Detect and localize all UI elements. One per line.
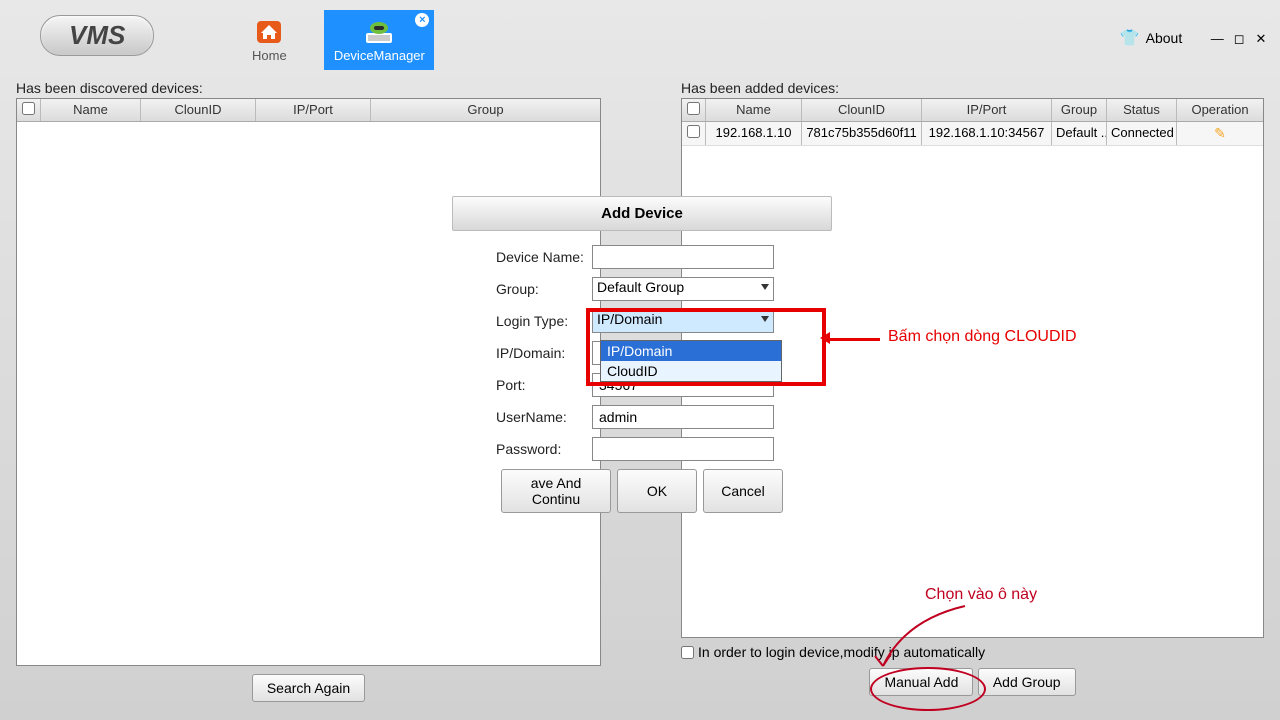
tab-home[interactable]: Home [214,10,324,70]
added-title: Has been added devices: [681,80,1264,96]
col-clounid2[interactable]: ClounID [802,99,922,121]
login-type-select[interactable]: IP/Domain [592,309,774,333]
chevron-down-icon [761,316,769,322]
password-label: Password: [452,441,592,457]
password-input[interactable] [592,437,774,461]
maximize-button[interactable]: ◻ [1230,31,1248,47]
device-name-label: Device Name: [452,249,592,265]
auto-ip-checkbox[interactable] [681,646,694,659]
manual-add-button[interactable]: Manual Add [869,668,973,696]
option-cloudid[interactable]: CloudID [601,361,781,381]
cell-ipport: 192.168.1.10:34567 [922,122,1052,145]
cell-name: 192.168.1.10 [706,122,802,145]
title-bar: VMS Home × DeviceManager 👕 About — ◻ ✕ [0,0,1280,70]
tab-strip: Home × DeviceManager [214,0,434,70]
col-ipport2[interactable]: IP/Port [922,99,1052,121]
ok-button[interactable]: OK [617,469,697,513]
col-ipport[interactable]: IP/Port [256,99,371,121]
col-name[interactable]: Name [41,99,141,121]
tab-device-manager[interactable]: × DeviceManager [324,10,434,70]
login-type-label: Login Type: [452,313,592,329]
auto-ip-label: In order to login device,modify ip autom… [698,644,985,660]
col-group[interactable]: Group [371,99,600,121]
col-group2[interactable]: Group [1052,99,1107,121]
username-input[interactable] [592,405,774,429]
username-label: UserName: [452,409,592,425]
app-logo: VMS [40,15,154,56]
cancel-button[interactable]: Cancel [703,469,783,513]
cell-clounid: 781c75b355d60f11 [802,122,922,145]
group-label: Group: [452,281,592,297]
device-manager-icon [363,18,395,46]
close-tab-icon[interactable]: × [415,13,429,27]
about-icon: 👕 [1120,28,1140,48]
chevron-down-icon [761,284,769,290]
about-link[interactable]: About [1146,30,1183,46]
col-operation[interactable]: Operation [1177,99,1263,121]
search-again-button[interactable]: Search Again [252,674,365,702]
group-select[interactable]: Default Group [592,277,774,301]
cell-group: Default ... [1052,122,1107,145]
port-label: Port: [452,377,592,393]
discovered-select-all[interactable] [22,102,35,115]
tab-device-manager-label: DeviceManager [334,48,425,63]
col-status[interactable]: Status [1107,99,1177,121]
table-row[interactable]: 192.168.1.10 781c75b355d60f11 192.168.1.… [682,122,1263,146]
col-name2[interactable]: Name [706,99,802,121]
save-continue-button[interactable]: ave And Continu [501,469,611,513]
close-button[interactable]: ✕ [1252,31,1270,47]
device-name-input[interactable] [592,245,774,269]
dialog-title: Add Device [452,196,832,231]
edit-icon[interactable]: ✎ [1177,122,1263,145]
cell-status: Connected [1107,122,1177,145]
minimize-button[interactable]: — [1208,31,1226,46]
added-select-all[interactable] [687,102,700,115]
ip-domain-label: IP/Domain: [452,345,592,361]
discovered-title: Has been discovered devices: [16,80,601,96]
login-type-dropdown[interactable]: IP/Domain CloudID [600,340,782,382]
row-checkbox[interactable] [687,125,700,138]
col-clounid[interactable]: ClounID [141,99,256,121]
titlebar-right: 👕 About — ◻ ✕ [1120,28,1270,48]
option-ip-domain[interactable]: IP/Domain [601,341,781,361]
add-group-button[interactable]: Add Group [978,668,1076,696]
home-icon [253,18,285,46]
tab-home-label: Home [252,48,287,63]
